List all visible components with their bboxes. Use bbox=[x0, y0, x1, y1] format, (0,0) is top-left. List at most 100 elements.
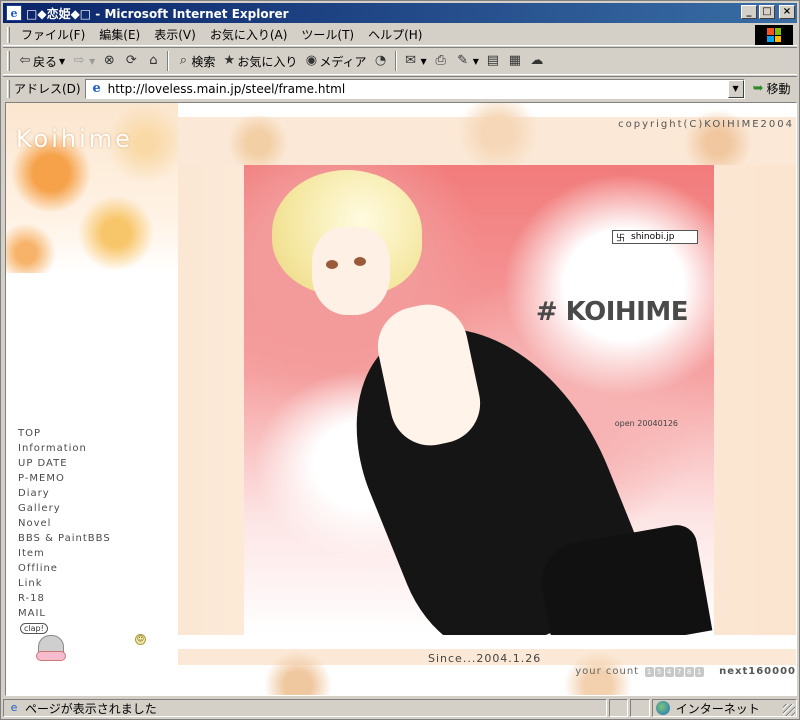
title-bar: e □◆恋姫◆□ - Microsoft Internet Explorer _… bbox=[3, 3, 797, 23]
search-button[interactable]: ⌕ 検索 bbox=[172, 50, 218, 72]
nav-r18[interactable]: R-18 bbox=[18, 591, 111, 606]
status-main: e ページが表示されました bbox=[3, 699, 607, 717]
nav-information[interactable]: Information bbox=[18, 441, 111, 456]
document-icon: ▤ bbox=[486, 53, 499, 68]
research-button[interactable]: ▦ bbox=[504, 50, 526, 72]
history-icon: ◔ bbox=[374, 53, 387, 68]
go-label: 移動 bbox=[766, 82, 791, 96]
discuss-button[interactable]: ▤ bbox=[482, 50, 504, 72]
messenger-icon: ☁ bbox=[530, 53, 544, 68]
favorites-button[interactable]: ★ お気に入り bbox=[218, 50, 300, 72]
stop-button[interactable]: ⊗ bbox=[98, 50, 120, 72]
next-kiriban: next160000 bbox=[719, 666, 796, 677]
nav-bbs[interactable]: BBS & PaintBBS bbox=[18, 531, 111, 546]
nav-link[interactable]: Link bbox=[18, 576, 111, 591]
ie-icon: e bbox=[6, 5, 22, 21]
status-text: ページが表示されました bbox=[25, 701, 157, 716]
main-frame: copyright(C)KOIHIME2004 卐 shinobi.jp # K… bbox=[178, 103, 796, 695]
smiley-icon[interactable]: ☺ bbox=[135, 634, 146, 645]
nav-update[interactable]: UP DATE bbox=[18, 456, 111, 471]
back-button[interactable]: ⇦ 戻る ▼ bbox=[14, 50, 68, 72]
forward-dropdown-icon[interactable]: ▼ bbox=[89, 57, 95, 66]
page-done-icon: e bbox=[10, 701, 18, 714]
nav-top[interactable]: TOP bbox=[18, 426, 111, 441]
edit-icon: ✎ bbox=[457, 53, 469, 68]
menu-file[interactable]: ファイル(F) bbox=[14, 24, 92, 45]
address-input[interactable]: e http://loveless.main.jp/steel/frame.ht… bbox=[84, 78, 745, 99]
refresh-icon: ⟳ bbox=[125, 53, 137, 68]
mail-button[interactable]: ✉ ▼ bbox=[400, 50, 430, 72]
toolbar-separator bbox=[394, 51, 397, 71]
clap-mascot-dress bbox=[36, 651, 66, 661]
site-title: # KOIHIME bbox=[535, 297, 689, 327]
history-button[interactable]: ◔ bbox=[370, 50, 392, 72]
address-dropdown-icon[interactable]: ▼ bbox=[727, 79, 744, 98]
globe-icon bbox=[655, 701, 670, 715]
close-button[interactable]: × bbox=[779, 5, 795, 19]
menu-edit[interactable]: 編集(E) bbox=[92, 24, 147, 45]
mail-dropdown-icon[interactable]: ▼ bbox=[421, 57, 427, 66]
print-button[interactable]: ⎙ bbox=[430, 50, 452, 72]
menu-help[interactable]: ヘルプ(H) bbox=[361, 24, 429, 45]
nav-gallery[interactable]: Gallery bbox=[18, 501, 111, 516]
windows-logo-icon bbox=[755, 25, 793, 45]
status-progress bbox=[608, 699, 629, 717]
address-grip[interactable] bbox=[7, 79, 10, 98]
resize-grip[interactable] bbox=[783, 704, 795, 716]
shinobi-link[interactable]: 卐 shinobi.jp bbox=[612, 230, 698, 244]
nav-item[interactable]: Item bbox=[18, 546, 111, 561]
menu-view[interactable]: 表示(V) bbox=[147, 24, 203, 45]
refresh-button[interactable]: ⟳ bbox=[120, 50, 142, 72]
counter-row: your count 1 5 4 7 8 1 next160000 bbox=[575, 666, 796, 677]
open-date: open 20040126 bbox=[614, 419, 678, 428]
nav-mail[interactable]: MAIL bbox=[18, 606, 111, 621]
messenger-button[interactable]: ☁ bbox=[526, 50, 548, 72]
media-button[interactable]: ◉ メディア bbox=[300, 50, 369, 72]
nav-p-memo[interactable]: P-MEMO bbox=[18, 471, 111, 486]
status-lock bbox=[630, 699, 650, 717]
standard-toolbar: ⇦ 戻る ▼ ⇨ ▼ ⊗ ⟳ ⌂ ⌕ 検索 ★ お気に入り ◉ メディア ◔ ✉… bbox=[3, 47, 797, 75]
nav-offline[interactable]: Offline bbox=[18, 561, 111, 576]
media-label: メディア bbox=[319, 54, 367, 69]
research-icon: ▦ bbox=[508, 53, 521, 68]
site-logo[interactable]: Koihime bbox=[16, 125, 133, 153]
menu-tools[interactable]: ツール(T) bbox=[294, 24, 361, 45]
forward-arrow-icon: ⇨ bbox=[73, 53, 85, 68]
site-nav: TOP Information UP DATE P-MEMO Diary Gal… bbox=[18, 426, 111, 621]
clap-button[interactable]: clap! bbox=[20, 623, 72, 663]
counter-digit: 1 bbox=[645, 666, 655, 677]
menu-grip[interactable] bbox=[7, 26, 10, 43]
menu-favorites[interactable]: お気に入り(A) bbox=[203, 24, 295, 45]
favorites-label: お気に入り bbox=[237, 54, 298, 69]
nav-diary[interactable]: Diary bbox=[18, 486, 111, 501]
address-url[interactable]: http://loveless.main.jp/steel/frame.html bbox=[108, 82, 346, 96]
bottom-banner bbox=[178, 635, 796, 695]
maximize-button[interactable]: □ bbox=[759, 5, 775, 19]
window-title: □◆恋姫◆□ - Microsoft Internet Explorer bbox=[26, 6, 289, 21]
go-button[interactable]: ➥ 移動 bbox=[753, 80, 791, 97]
mail-icon: ✉ bbox=[405, 53, 416, 68]
back-label: 戻る bbox=[33, 54, 58, 69]
status-bar: e ページが表示されました インターネット bbox=[3, 698, 798, 718]
edit-button[interactable]: ✎ ▼ bbox=[452, 50, 482, 72]
edit-dropdown-icon[interactable]: ▼ bbox=[473, 57, 479, 66]
home-button[interactable]: ⌂ bbox=[142, 50, 164, 72]
counter-digit: 1 bbox=[695, 666, 705, 677]
forward-button[interactable]: ⇨ ▼ bbox=[68, 50, 98, 72]
access-counter: 1 5 4 7 8 1 bbox=[645, 666, 705, 677]
toolbar-separator bbox=[167, 51, 170, 71]
copyright-text: copyright(C)KOIHIME2004 bbox=[618, 119, 794, 130]
address-label: アドレス(D) bbox=[14, 82, 81, 96]
favorites-icon: ★ bbox=[223, 53, 236, 68]
nav-novel[interactable]: Novel bbox=[18, 516, 111, 531]
zone-label: インターネット bbox=[675, 701, 760, 716]
back-arrow-icon: ⇦ bbox=[19, 53, 31, 68]
home-icon: ⌂ bbox=[149, 53, 158, 68]
page-viewport: Koihime TOP Information UP DATE P-MEMO D… bbox=[5, 102, 797, 696]
since-text: Since...2004.1.26 bbox=[428, 652, 542, 665]
minimize-button[interactable]: _ bbox=[741, 5, 757, 19]
back-dropdown-icon[interactable]: ▼ bbox=[59, 57, 65, 66]
browser-window: e □◆恋姫◆□ - Microsoft Internet Explorer _… bbox=[0, 0, 800, 720]
toolbar-grip[interactable] bbox=[7, 51, 10, 71]
address-bar: アドレス(D) e http://loveless.main.jp/steel/… bbox=[3, 76, 797, 100]
